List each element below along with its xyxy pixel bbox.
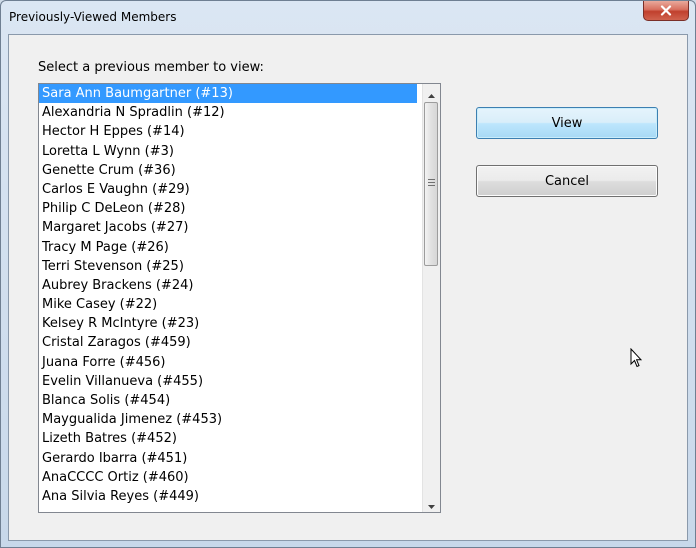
list-item[interactable]: Lizeth Batres (#452): [39, 429, 417, 448]
list-item[interactable]: Terri Stevenson (#25): [39, 257, 417, 276]
scrollbar-grip: [428, 179, 435, 187]
list-item[interactable]: Kelsey R McIntyre (#23): [39, 314, 417, 333]
dialog-window: Previously-Viewed Members Select a previ…: [0, 0, 696, 548]
scroll-up-button[interactable]: [423, 84, 440, 101]
list-item[interactable]: Tracy M Page (#26): [39, 238, 417, 257]
dialog-content: Select a previous member to view: Sara A…: [8, 34, 688, 541]
scroll-down-button[interactable]: [423, 495, 440, 512]
title-bar[interactable]: Previously-Viewed Members: [1, 1, 695, 35]
window-title: Previously-Viewed Members: [9, 10, 177, 24]
member-list[interactable]: Sara Ann Baumgartner (#13) Alexandria N S…: [39, 84, 417, 512]
list-item[interactable]: Sara Ann Baumgartner (#13): [39, 84, 417, 104]
list-item[interactable]: Maygualida Jimenez (#453): [39, 410, 417, 429]
mouse-pointer-icon: [630, 347, 643, 372]
list-item[interactable]: Ana Silvia Reyes (#449): [39, 487, 417, 506]
list-item[interactable]: Blanca Solis (#454): [39, 391, 417, 410]
list-item[interactable]: Aubrey Brackens (#24): [39, 276, 417, 295]
list-item[interactable]: Hector H Eppes (#14): [39, 122, 417, 141]
list-item[interactable]: Loretta L Wynn (#3): [39, 142, 417, 161]
member-listbox[interactable]: Sara Ann Baumgartner (#13) Alexandria N S…: [38, 83, 441, 513]
cancel-button[interactable]: Cancel: [476, 165, 658, 197]
list-item[interactable]: Gerardo Ibarra (#451): [39, 449, 417, 468]
prompt-label: Select a previous member to view:: [38, 60, 264, 75]
view-button[interactable]: View: [476, 107, 658, 139]
close-button[interactable]: [643, 1, 689, 21]
list-item[interactable]: Alexandria N Spradlin (#12): [39, 103, 417, 122]
vertical-scrollbar[interactable]: [422, 84, 440, 512]
list-item[interactable]: Juana Forre (#456): [39, 353, 417, 372]
chevron-down-icon: [428, 494, 435, 512]
list-item[interactable]: AnaCCCC Ortiz (#460): [39, 468, 417, 487]
list-item[interactable]: Margaret Jacobs (#27): [39, 218, 417, 237]
list-item[interactable]: Cristal Zaragos (#459): [39, 333, 417, 352]
list-item[interactable]: Carlos E Vaughn (#29): [39, 180, 417, 199]
list-item[interactable]: Philip C DeLeon (#28): [39, 199, 417, 218]
list-item[interactable]: Mike Casey (#22): [39, 295, 417, 314]
list-item[interactable]: Genette Crum (#36): [39, 161, 417, 180]
list-item[interactable]: Evelin Villanueva (#455): [39, 372, 417, 391]
chevron-up-icon: [428, 84, 435, 102]
scrollbar-thumb[interactable]: [424, 102, 438, 266]
close-icon: [660, 5, 672, 16]
